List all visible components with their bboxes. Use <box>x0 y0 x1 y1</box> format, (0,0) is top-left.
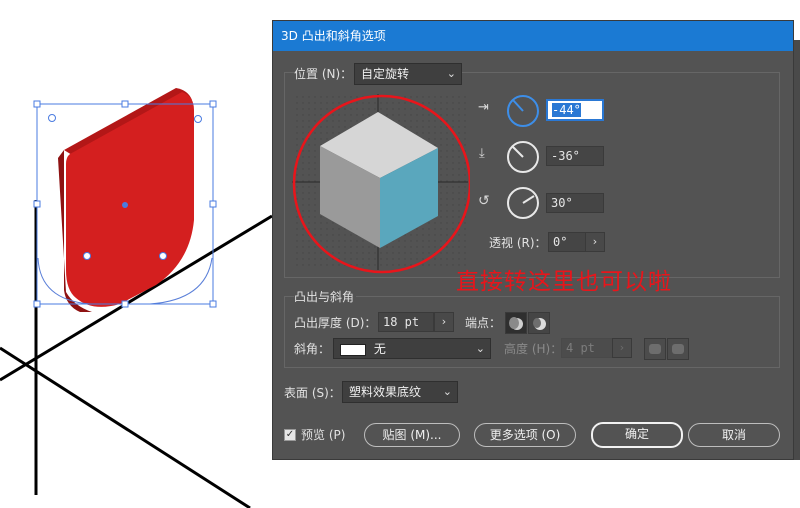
x-rotation-dial[interactable] <box>506 94 540 128</box>
y-rotation-value: -36° <box>551 149 580 163</box>
extrude-depth-value: 18 pt <box>383 315 420 329</box>
z-rotation-input[interactable]: 30° <box>546 193 604 213</box>
resize-handle[interactable] <box>33 100 41 108</box>
chevron-down-icon: ⌄ <box>446 67 456 80</box>
x-rotation-input[interactable]: -44° <box>546 99 604 121</box>
bevel-swatch <box>340 343 366 356</box>
cap-off-icon <box>533 318 546 330</box>
resize-handle[interactable] <box>209 300 217 308</box>
y-rotation-input[interactable]: -36° <box>546 146 604 166</box>
ok-button[interactable]: 确定 <box>591 422 683 448</box>
extrude-bevel-section-title: 凸出与斜角 <box>294 289 357 305</box>
position-preset-select[interactable]: 自定旋转 ⌄ <box>354 63 462 85</box>
bevel-extent-in-icon <box>672 344 684 354</box>
more-options-button[interactable]: 更多选项 (O) <box>474 423 576 447</box>
resize-handle[interactable] <box>33 300 41 308</box>
dialog-title: 3D 凸出和斜角选项 <box>281 29 386 43</box>
corner-widget[interactable] <box>48 114 56 122</box>
z-rotation-value: 30° <box>551 196 573 210</box>
perspective-label: 透视 (R)： <box>489 236 547 250</box>
annotation-text: 直接转这里也可以啦 <box>456 269 672 295</box>
bevel-height-label: 高度 (H)： <box>504 342 563 356</box>
bevel-height-input[interactable]: 4 pt <box>561 338 613 358</box>
resize-handle[interactable] <box>209 100 217 108</box>
map-art-button[interactable]: 贴图 (M)... <box>364 423 460 447</box>
chevron-down-icon: ⌄ <box>442 385 452 398</box>
center-point <box>122 202 128 208</box>
y-axis-rotate-icon: ⤓ <box>479 146 485 161</box>
corner-widget[interactable] <box>194 115 202 123</box>
extrude-depth-input[interactable]: 18 pt <box>378 312 434 332</box>
perspective-input[interactable]: 0° <box>548 232 586 252</box>
extrude-depth-label: 凸出厚度 (D)： <box>294 316 377 330</box>
cap-on-button[interactable] <box>505 312 527 334</box>
x-axis-rotate-icon: ⇥ <box>478 100 489 115</box>
cap-on-icon <box>509 317 523 330</box>
perspective-value: 0° <box>553 235 568 249</box>
z-axis-rotate-icon: ↺ <box>478 193 490 209</box>
resize-handle[interactable] <box>209 200 217 208</box>
preview-checkbox[interactable]: ✓ <box>284 429 296 441</box>
cap-off-button[interactable] <box>528 312 550 334</box>
resize-handle[interactable] <box>121 100 129 108</box>
position-preset-value: 自定旋转 <box>361 67 410 81</box>
y-rotation-dial[interactable] <box>506 140 540 174</box>
extrude-depth-slider-toggle[interactable]: › <box>434 312 454 332</box>
bevel-label: 斜角： <box>294 342 331 356</box>
surface-value: 塑料效果底纹 <box>349 385 422 399</box>
preview-label: 预览 (P) <box>301 428 346 442</box>
bevel-extent-out-button[interactable] <box>644 338 666 360</box>
perspective-slider-toggle[interactable]: › <box>585 232 605 252</box>
resize-handle[interactable] <box>121 300 129 308</box>
rotation-trackball[interactable] <box>290 90 470 274</box>
surface-select[interactable]: 塑料效果底纹 ⌄ <box>342 381 458 403</box>
corner-widget[interactable] <box>83 252 91 260</box>
chevron-down-icon: ⌄ <box>475 342 485 355</box>
background-panel-edge <box>794 40 800 460</box>
z-rotation-dial[interactable] <box>506 186 540 220</box>
red-3d-shape[interactable] <box>58 88 194 312</box>
position-label: 位置 (N)： <box>294 66 355 82</box>
bevel-height-value: 4 pt <box>566 341 595 355</box>
bevel-value: 无 <box>373 342 386 356</box>
bevel-extent-out-icon <box>649 344 661 354</box>
cancel-button[interactable]: 取消 <box>688 423 780 447</box>
surface-label: 表面 (S)： <box>284 386 341 400</box>
dialog-title-bar[interactable]: 3D 凸出和斜角选项 <box>273 21 793 51</box>
corner-widget[interactable] <box>159 252 167 260</box>
x-rotation-value: -44° <box>552 103 581 117</box>
bevel-select[interactable]: 无 ⌄ <box>333 338 491 359</box>
cap-label: 端点： <box>465 316 502 330</box>
resize-handle[interactable] <box>33 200 41 208</box>
bevel-extent-in-button[interactable] <box>667 338 689 360</box>
bevel-height-slider-toggle[interactable]: › <box>612 338 632 358</box>
